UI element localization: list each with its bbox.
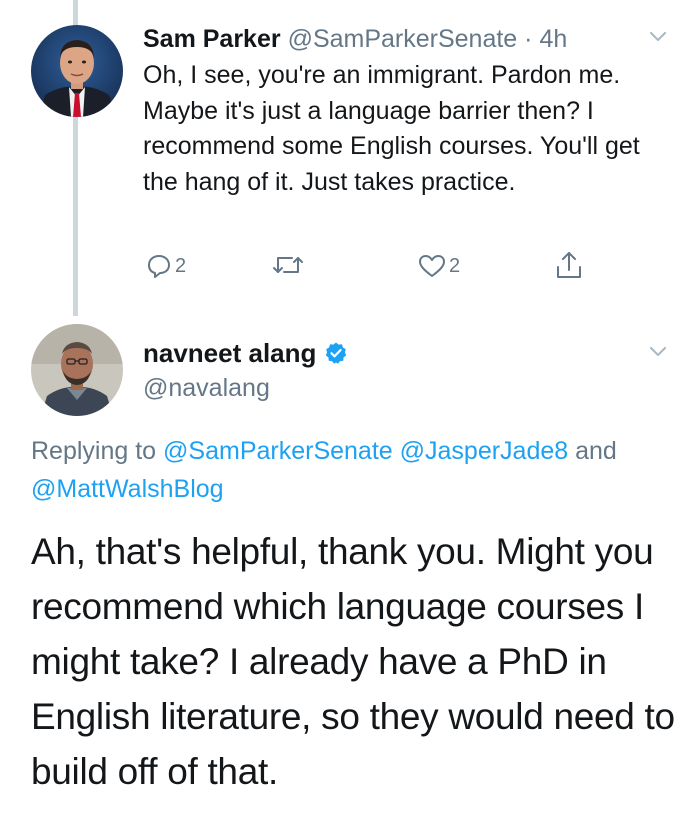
tweet-timestamp[interactable]: 4h bbox=[539, 25, 567, 53]
author-name-row: navneet alang bbox=[143, 336, 348, 370]
mention-link[interactable]: @JasperJade8 bbox=[400, 437, 569, 465]
author-name[interactable]: Sam Parker bbox=[143, 25, 281, 53]
mention-link[interactable]: @SamParkerSenate bbox=[163, 437, 393, 465]
verified-badge-icon bbox=[326, 342, 347, 364]
author-handle[interactable]: @SamParkerSenate bbox=[288, 25, 518, 53]
like-count: 2 bbox=[449, 255, 461, 277]
mention-link[interactable]: @MattWalshBlog bbox=[31, 475, 224, 503]
share-button[interactable] bbox=[555, 250, 583, 280]
tweet-header: Sam Parker @SamParkerSenate · 4h bbox=[143, 22, 567, 56]
replying-and: and bbox=[575, 437, 617, 465]
retweet-button[interactable] bbox=[272, 252, 304, 278]
author-name[interactable]: navneet alang bbox=[143, 336, 316, 370]
avatar-navneet-alang[interactable] bbox=[31, 324, 123, 416]
avatar-sam-parker[interactable] bbox=[31, 25, 123, 117]
tweet-text: Ah, that's helpful, thank you. Might you… bbox=[31, 531, 675, 792]
share-icon bbox=[557, 252, 581, 278]
like-icon bbox=[419, 255, 445, 277]
replying-to-line: Replying to @SamParkerSenate @JasperJade… bbox=[31, 432, 671, 508]
separator-dot: · bbox=[524, 25, 533, 53]
like-button[interactable]: 2 bbox=[418, 252, 460, 280]
replying-prefix: Replying to bbox=[31, 437, 157, 465]
chevron-down-icon[interactable] bbox=[650, 347, 666, 357]
reply-count: 2 bbox=[175, 255, 187, 277]
reply-icon bbox=[148, 255, 170, 278]
tweet-text: Oh, I see, you're an immigrant. Pardon m… bbox=[143, 61, 640, 196]
chevron-down-icon[interactable] bbox=[650, 32, 666, 42]
author-handle[interactable]: @navalang bbox=[143, 371, 270, 405]
reply-button[interactable]: 2 bbox=[146, 252, 186, 280]
retweet-icon bbox=[273, 257, 303, 273]
